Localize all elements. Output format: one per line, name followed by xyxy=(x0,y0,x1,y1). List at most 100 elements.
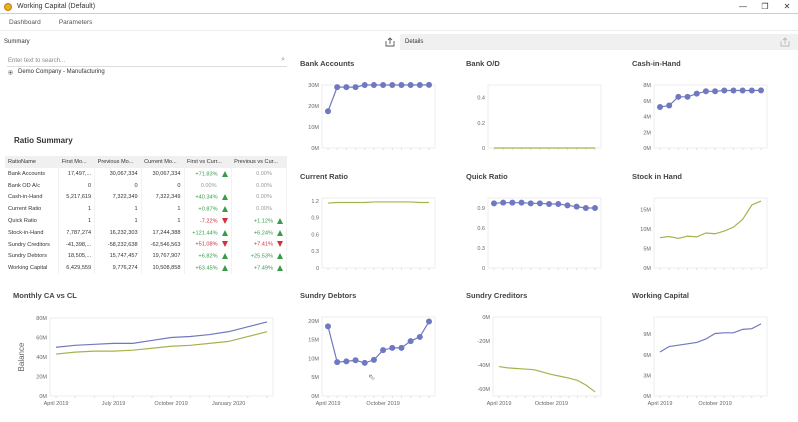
plot-area xyxy=(487,84,602,149)
cell-fvc: +6.82% xyxy=(184,250,232,263)
restore-button[interactable]: ❐ xyxy=(754,0,776,13)
chart-bank-accounts: Bank Accounts 0M 10M 20M 30M xyxy=(297,55,463,160)
cell-name: Sundry Creditors xyxy=(5,238,60,251)
column-header[interactable]: Current Mo... xyxy=(141,156,184,168)
data-point[interactable] xyxy=(582,205,589,211)
data-point[interactable] xyxy=(546,201,553,207)
table-row[interactable]: Current Ratio 1 1 1 +0.87% 0.00% xyxy=(5,203,288,216)
data-point[interactable] xyxy=(536,200,543,207)
data-point[interactable] xyxy=(343,358,350,365)
series-line xyxy=(55,321,268,348)
y-tick-label: 0M xyxy=(643,146,651,152)
table-row[interactable]: Working Capital 6,429,559 9,776,274 10,508,… xyxy=(5,262,288,275)
cell-prev: 7,322,349 xyxy=(94,191,142,204)
data-point[interactable] xyxy=(748,87,755,94)
chart-current-ratio: Current Ratio 0 0.3 0.6 0.9 1.2 xyxy=(297,168,463,280)
data-point[interactable] xyxy=(573,203,580,210)
data-point[interactable] xyxy=(739,87,746,94)
data-point[interactable] xyxy=(380,82,387,88)
data-point[interactable] xyxy=(361,359,368,366)
table-row[interactable]: Bank Accounts 17,497,... 30,067,334 30,067,… xyxy=(5,168,288,180)
table-row[interactable]: Quick Ratio 1 1 1 -7.22% +1.12% xyxy=(5,215,288,227)
data-point[interactable] xyxy=(398,82,405,88)
tab-parameters[interactable]: Parameters xyxy=(50,14,102,30)
cell-name: Working Capital xyxy=(5,262,60,275)
data-point[interactable] xyxy=(361,82,368,88)
table-row[interactable]: Sundry Creditors -41,398,... -58,232,638 -6… xyxy=(5,238,288,251)
data-point[interactable] xyxy=(334,84,341,91)
data-point[interactable] xyxy=(684,93,691,100)
data-point[interactable] xyxy=(666,102,673,109)
chart-svg: 0M 5M 10M 15M 20M April 2019 October 2019 xyxy=(308,316,436,407)
export-icon[interactable] xyxy=(385,37,395,47)
data-point[interactable] xyxy=(730,87,737,94)
data-point[interactable] xyxy=(325,323,331,330)
search-input[interactable]: Enter text to search... ⌕ xyxy=(7,56,287,67)
close-button[interactable]: ✕ xyxy=(776,0,798,13)
column-header[interactable]: Previous Mo... xyxy=(94,156,142,168)
data-point[interactable] xyxy=(380,347,387,354)
mouse-cursor: ⇖ xyxy=(368,372,376,382)
table-row[interactable]: Bank OD A/c 0 0 0 0.00% 0.00% xyxy=(5,179,288,192)
search-icon[interactable]: ⌕ xyxy=(281,56,285,64)
chart-svg: 0 0.3 0.6 0.9 xyxy=(477,197,602,272)
data-point[interactable] xyxy=(693,90,700,97)
data-point[interactable] xyxy=(325,108,331,115)
tree-item[interactable]: Demo Company - Manufacturing xyxy=(8,69,105,75)
cell-pvc: 0.00% xyxy=(231,191,288,204)
data-point[interactable] xyxy=(758,87,764,94)
data-point[interactable] xyxy=(370,356,377,363)
data-point[interactable] xyxy=(491,200,497,207)
data-point[interactable] xyxy=(398,344,405,351)
data-point[interactable] xyxy=(592,205,598,211)
data-point[interactable] xyxy=(426,81,432,88)
data-point[interactable] xyxy=(509,199,516,206)
series-line xyxy=(327,84,430,112)
data-point[interactable] xyxy=(370,82,377,88)
app-icon xyxy=(4,2,12,11)
column-header[interactable]: RatioName xyxy=(5,156,59,168)
y-tick-label: 40M xyxy=(36,355,47,361)
data-point[interactable] xyxy=(518,199,525,206)
column-header[interactable]: First vs Curr... xyxy=(184,156,232,168)
data-point[interactable] xyxy=(389,344,396,351)
radio-icon[interactable] xyxy=(8,69,13,75)
y-tick-label: 0.2 xyxy=(477,121,485,127)
column-header[interactable]: Previous vs Cur... xyxy=(231,156,287,168)
data-point[interactable] xyxy=(675,93,682,100)
data-point[interactable] xyxy=(721,87,728,94)
y-tick-label: 0M xyxy=(311,146,319,152)
table-row[interactable]: Sundry Debtors 18,505,... 15,747,457 19,767… xyxy=(5,250,288,263)
change-value: +121.44% xyxy=(192,230,218,237)
data-point[interactable] xyxy=(527,200,534,207)
y-tick-label: 20M xyxy=(308,104,319,110)
column-header[interactable]: First Mo... xyxy=(58,156,95,168)
data-point[interactable] xyxy=(416,82,423,88)
data-point[interactable] xyxy=(407,338,414,345)
data-point[interactable] xyxy=(564,202,571,209)
data-point[interactable] xyxy=(352,84,359,91)
minimize-button[interactable]: — xyxy=(732,0,754,13)
y-tick-label: -60M xyxy=(477,387,490,393)
data-point[interactable] xyxy=(416,333,423,340)
data-point[interactable] xyxy=(712,88,719,95)
data-point[interactable] xyxy=(407,82,414,88)
data-point[interactable] xyxy=(500,199,507,206)
arrow-up-icon xyxy=(277,229,283,236)
data-point[interactable] xyxy=(343,84,350,91)
y-tick-label: -40M xyxy=(477,363,490,369)
arrow-up-icon xyxy=(277,265,283,272)
data-point[interactable] xyxy=(389,82,396,88)
table-row[interactable]: Stock-in-Hand 7,787,274 16,232,303 17,244,3… xyxy=(5,226,288,239)
data-point[interactable] xyxy=(352,357,359,364)
y-tick-label: 0 xyxy=(482,266,485,272)
data-point[interactable] xyxy=(426,318,432,325)
data-point[interactable] xyxy=(702,88,709,95)
tab-dashboard[interactable]: Dashboard xyxy=(0,14,50,30)
data-point[interactable] xyxy=(334,359,341,366)
cell-fvc: +63.45% xyxy=(184,262,232,275)
data-point[interactable] xyxy=(657,104,663,111)
table-row[interactable]: Cash-in-Hand 5,217,619 7,322,349 7,322,349 +… xyxy=(5,191,288,204)
data-point[interactable] xyxy=(555,201,562,207)
cell-prev: 9,776,274 xyxy=(94,262,142,275)
